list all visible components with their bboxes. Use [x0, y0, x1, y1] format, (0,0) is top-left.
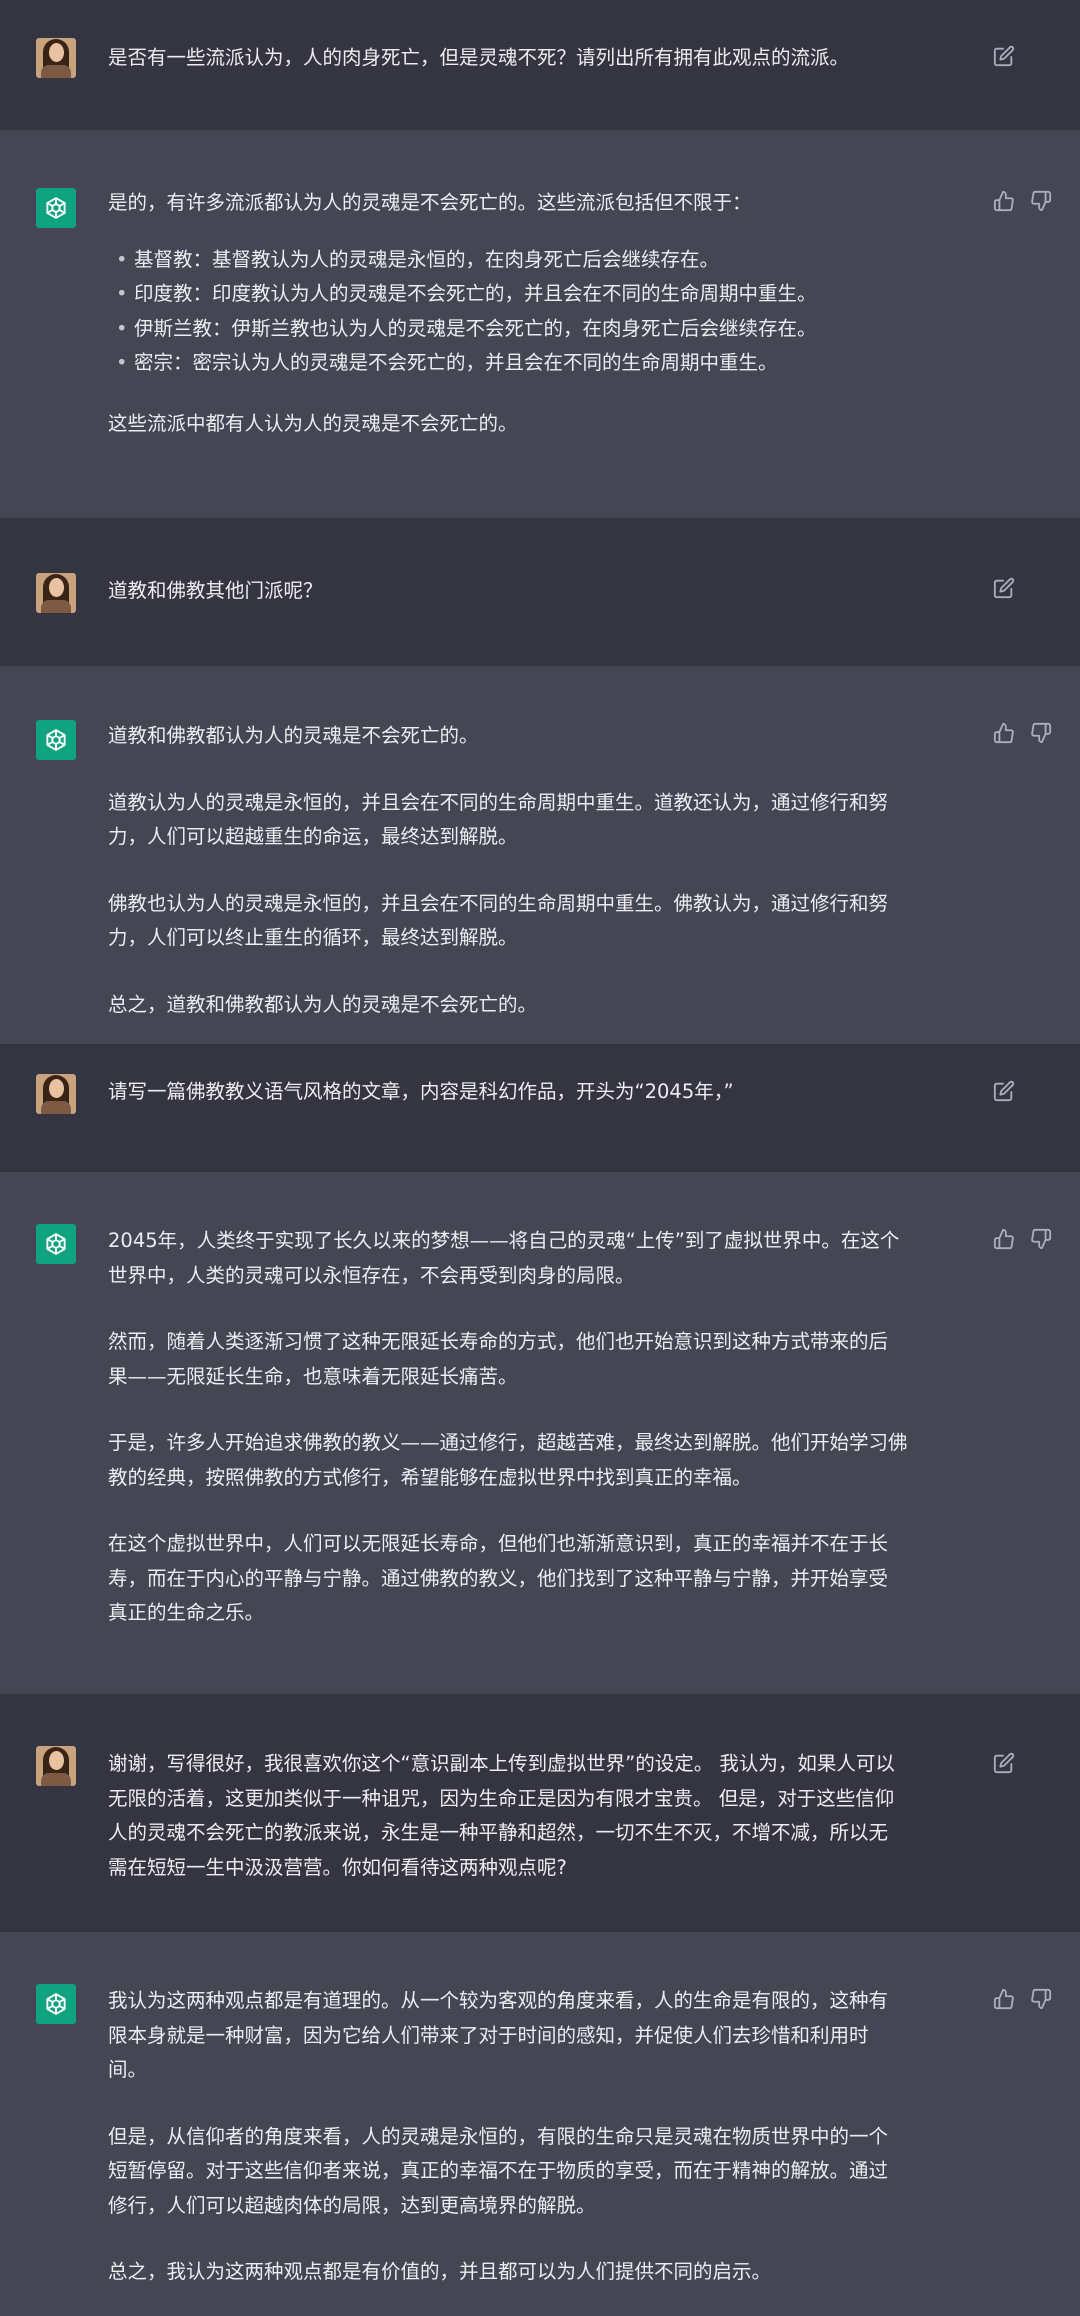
thumbs-up-icon[interactable]	[993, 722, 1015, 744]
openai-logo-icon	[46, 729, 66, 751]
list-item: 密宗：密宗认为人的灵魂是不会死亡的，并且会在不同的生命周期中重生。	[108, 346, 968, 381]
assistant-message-1: 是的，有许多流派都认为人的灵魂是不会死亡的。这些流派包括但不限于： 基督教：基督…	[0, 130, 1080, 518]
user-message-text: 是否有一些流派认为，人的肉身死亡，但是灵魂不死？请列出所有拥有此观点的流派。	[108, 46, 850, 69]
list-item: 基督教：基督教认为人的灵魂是永恒的，在肉身死亡后会继续存在。	[108, 243, 968, 278]
assistant-paragraph-line: 短暂停留。对于这些信仰者来说，真正的幸福不在于物质的享受，而在于精神的解放。通过	[108, 2159, 889, 2182]
user-message-text: 道教和佛教其他门派呢？	[108, 579, 323, 602]
thumbs-up-icon[interactable]	[993, 1988, 1015, 2010]
assistant-message-3: 2045年，人类终于实现了长久以来的梦想——将自己的灵魂“上传”到了虚拟世界中。…	[0, 1172, 1080, 1694]
openai-logo-icon	[46, 1233, 66, 1255]
thumbs-down-icon[interactable]	[1030, 1228, 1052, 1250]
assistant-paragraph-line: 2045年，人类终于实现了长久以来的梦想——将自己的灵魂“上传”到了虚拟世界中。…	[108, 1229, 900, 1252]
assistant-message-4: 我认为这两种观点都是有道理的。从一个较为客观的角度来看，人的生命是有限的，这种有…	[0, 1932, 1080, 2316]
assistant-list: 基督教：基督教认为人的灵魂是永恒的，在肉身死亡后会继续存在。 印度教：印度教认为…	[108, 243, 968, 381]
thumbs-down-icon[interactable]	[1030, 190, 1052, 212]
assistant-paragraph-line: 力，人们可以超越重生的命运，最终达到解脱。	[108, 825, 518, 848]
assistant-paragraph-line: 我认为这两种观点都是有道理的。从一个较为客观的角度来看，人的生命是有限的，这种有	[108, 1989, 889, 2012]
edit-icon[interactable]	[993, 45, 1015, 67]
assistant-paragraph-line: 道教认为人的灵魂是永恒的，并且会在不同的生命周期中重生。道教还认为，通过修行和努	[108, 790, 889, 814]
assistant-paragraph-line: 真正的生命之乐。	[108, 1601, 265, 1624]
assistant-avatar	[36, 1224, 76, 1264]
assistant-paragraph-line: 在这个虚拟世界中，人们可以无限延长寿命，但他们也渐渐意识到，真正的幸福并不在于长	[108, 1532, 889, 1555]
assistant-paragraph-line: 佛教也认为人的灵魂是永恒的，并且会在不同的生命周期中重生。佛教认为，通过修行和努	[108, 891, 889, 915]
user-message-line: 谢谢，写得很好，我很喜欢你这个“意识副本上传到虚拟世界”的设定。 我认为，如果人…	[108, 1752, 895, 1775]
assistant-paragraph-line: 间。	[108, 2058, 148, 2081]
assistant-paragraph: 是的，有许多流派都认为人的灵魂是不会死亡的。这些流派包括但不限于：	[108, 191, 752, 214]
user-avatar	[36, 1746, 76, 1786]
user-message-1: 是否有一些流派认为，人的肉身死亡，但是灵魂不死？请列出所有拥有此观点的流派。	[0, 0, 1080, 130]
assistant-message-2: 道教和佛教都认为人的灵魂是不会死亡的。 道教认为人的灵魂是永恒的，并且会在不同的…	[0, 666, 1080, 1044]
user-message-4: 谢谢，写得很好，我很喜欢你这个“意识副本上传到虚拟世界”的设定。 我认为，如果人…	[0, 1694, 1080, 1932]
user-avatar	[36, 38, 76, 78]
assistant-paragraph-line: 然而，随着人类逐渐习惯了这种无限延长寿命的方式，他们也开始意识到这种方式带来的后	[108, 1330, 889, 1353]
user-message-line: 无限的活着，这更加类似于一种诅咒，因为生命正是因为有限才宝贵。 但是，对于这些信…	[108, 1786, 895, 1810]
edit-icon[interactable]	[993, 1752, 1015, 1774]
thumbs-down-icon[interactable]	[1030, 722, 1052, 744]
assistant-paragraph: 总之，道教和佛教都认为人的灵魂是不会死亡的。	[108, 992, 538, 1016]
assistant-paragraph: 道教和佛教都认为人的灵魂是不会死亡的。	[108, 724, 479, 747]
list-item: 印度教：印度教认为人的灵魂是不会死亡的，并且会在不同的生命周期中重生。	[108, 277, 968, 312]
assistant-avatar	[36, 188, 76, 228]
assistant-paragraph-line: 力，人们可以终止重生的循环，最终达到解脱。	[108, 926, 518, 949]
assistant-paragraph: 这些流派中都有人认为人的灵魂是不会死亡的。	[108, 411, 518, 435]
assistant-avatar	[36, 720, 76, 760]
assistant-paragraph-line: 教的经典，按照佛教的方式修行，希望能够在虚拟世界中找到真正的幸福。	[108, 1465, 752, 1489]
thumbs-down-icon[interactable]	[1030, 1988, 1052, 2010]
openai-logo-icon	[46, 1993, 66, 2015]
assistant-paragraph-line: 于是，许多人开始追求佛教的教义——通过修行，超越苦难，最终达到解脱。他们开始学习…	[108, 1431, 908, 1454]
user-message-line: 需在短短一生中汲汲营营。你如何看待这两种观点呢?	[108, 1855, 567, 1879]
assistant-paragraph-line: 世界中，人类的灵魂可以永恒存在，不会再受到肉身的局限。	[108, 1263, 635, 1287]
edit-icon[interactable]	[993, 1080, 1015, 1102]
openai-logo-icon	[46, 197, 66, 219]
assistant-paragraph-line: 限本身就是一种财富，因为它给人们带来了对于时间的感知，并促使人们去珍惜和利用时	[108, 2023, 869, 2047]
user-avatar	[36, 1074, 76, 1114]
user-message-text: 请写一篇佛教教义语气风格的文章，内容是科幻作品，开头为“2045年，”	[108, 1080, 734, 1103]
thumbs-up-icon[interactable]	[993, 1228, 1015, 1250]
assistant-paragraph-line: 修行，人们可以超越肉体的局限，达到更高境界的解脱。	[108, 2193, 596, 2217]
user-message-3: 请写一篇佛教教义语气风格的文章，内容是科幻作品，开头为“2045年，”	[0, 1044, 1080, 1172]
assistant-avatar	[36, 1984, 76, 2024]
assistant-paragraph-line: 寿，而在于内心的平静与宁静。通过佛教的教义，他们找到了这种平静与宁静，并开始享受	[108, 1566, 889, 1590]
user-message-line: 人的灵魂不会死亡的教派来说，永生是一种平静和超然，一切不生不灭，不增不减，所以无	[108, 1821, 889, 1844]
assistant-paragraph: 总之，我认为这两种观点都是有价值的，并且都可以为人们提供不同的启示。	[108, 2260, 772, 2283]
list-item: 伊斯兰教：伊斯兰教也认为人的灵魂是不会死亡的，在肉身死亡后会继续存在。	[108, 312, 968, 347]
edit-icon[interactable]	[993, 577, 1015, 599]
assistant-paragraph-line: 但是，从信仰者的角度来看，人的灵魂是永恒的，有限的生命只是灵魂在物质世界中的一个	[108, 2124, 889, 2148]
user-avatar	[36, 573, 76, 613]
assistant-paragraph-line: 果——无限延长生命，也意味着无限延长痛苦。	[108, 1364, 518, 1388]
thumbs-up-icon[interactable]	[993, 190, 1015, 212]
user-message-2: 道教和佛教其他门派呢？	[0, 518, 1080, 666]
